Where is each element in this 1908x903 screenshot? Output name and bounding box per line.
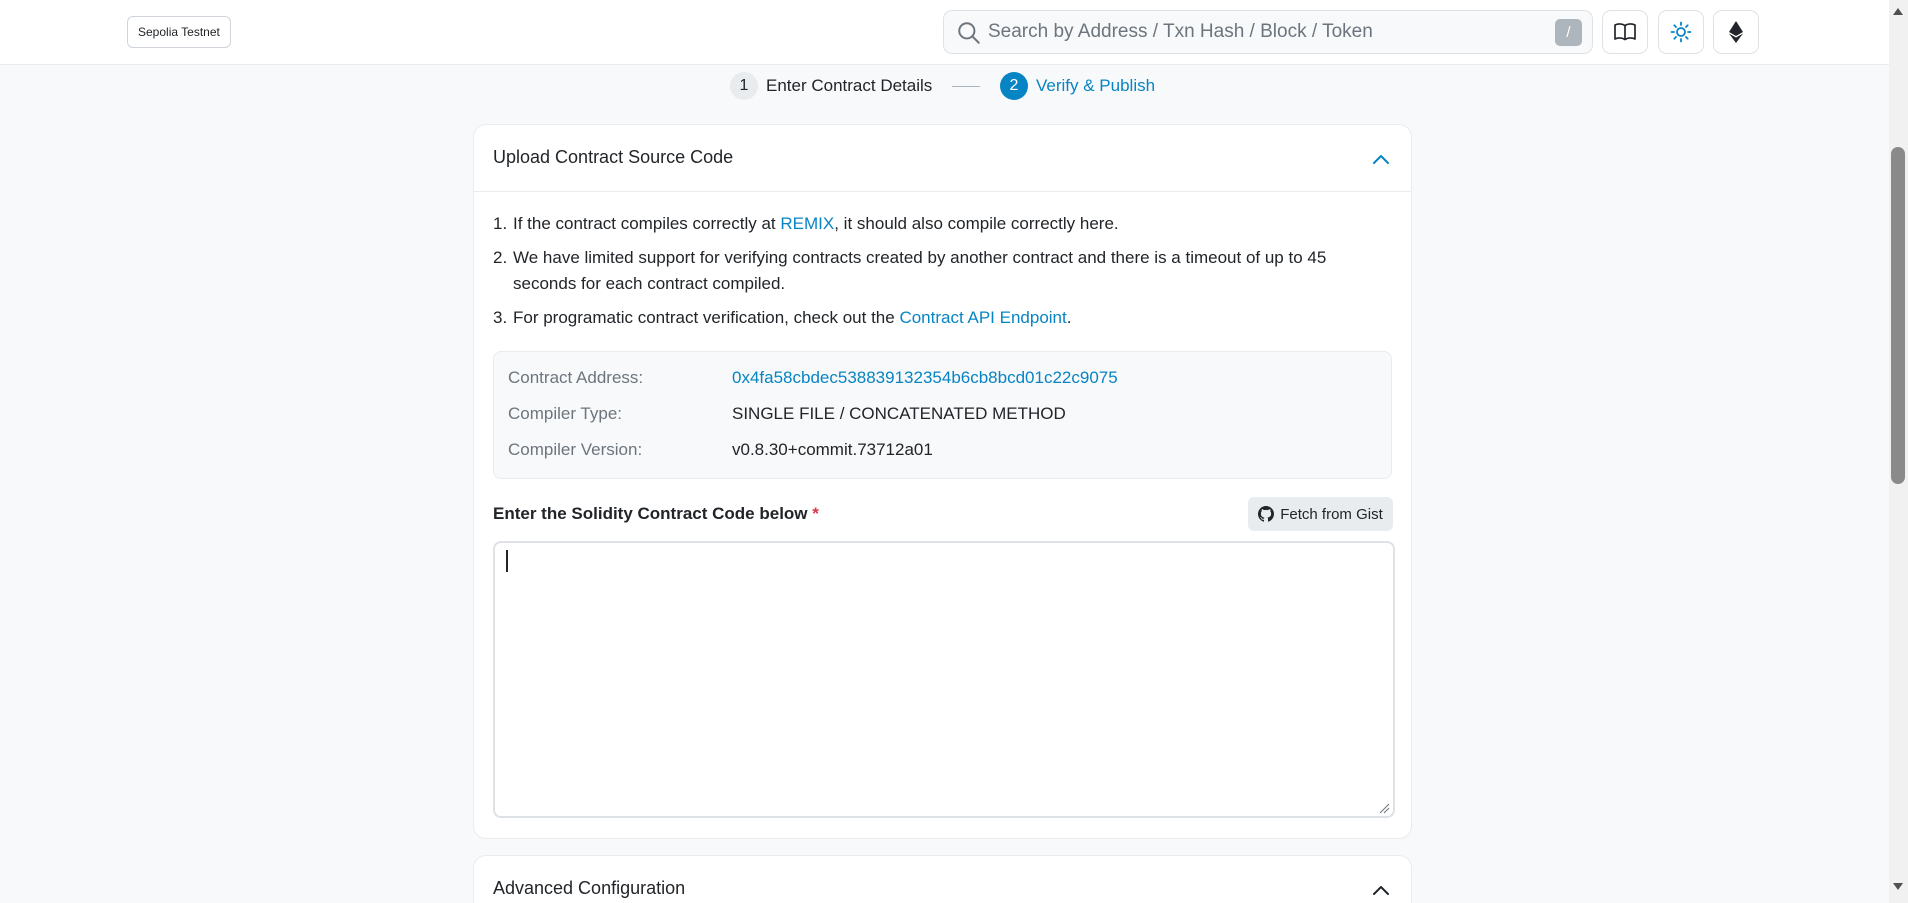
theme-toggle-button[interactable] xyxy=(1658,10,1704,54)
ethereum-icon xyxy=(1729,21,1743,43)
book-icon xyxy=(1614,23,1636,41)
search-input[interactable] xyxy=(988,11,1528,53)
remix-link[interactable]: REMIX xyxy=(780,214,834,233)
top-navbar: Sepolia Testnet / xyxy=(0,0,1889,65)
search-shortcut-key: / xyxy=(1555,19,1582,46)
step-enter-details: 1 Enter Contract Details xyxy=(730,72,932,100)
step-label: Enter Contract Details xyxy=(766,76,933,95)
resize-grip-icon[interactable] xyxy=(1378,802,1390,814)
chevron-up-icon[interactable] xyxy=(1371,880,1391,900)
code-field-label: Enter the Solidity Contract Code below * xyxy=(493,504,819,523)
advanced-config-card: Advanced Configuration xyxy=(473,855,1412,903)
step-verify-publish: 2 Verify & Publish xyxy=(1000,72,1155,100)
book-button[interactable] xyxy=(1602,10,1648,54)
step-number: 1 xyxy=(730,72,758,100)
scroll-up-arrow-icon[interactable] xyxy=(1891,6,1905,18)
fetch-from-gist-button[interactable]: Fetch from Gist xyxy=(1248,497,1393,531)
sun-icon xyxy=(1670,21,1692,43)
instructions-list: 1. If the contract compiles correctly at… xyxy=(493,211,1393,339)
advanced-card-header[interactable]: Advanced Configuration xyxy=(474,856,1411,903)
solidity-code-input[interactable] xyxy=(493,541,1395,818)
network-eth-button[interactable] xyxy=(1713,10,1759,54)
step-connector xyxy=(952,86,980,87)
list-item: 2. We have limited support for verifying… xyxy=(493,248,1327,293)
search-icon xyxy=(958,22,980,44)
required-mark: * xyxy=(812,504,819,523)
scroll-down-arrow-icon[interactable] xyxy=(1891,880,1905,892)
upload-source-card: Upload Contract Source Code 1. If the co… xyxy=(473,124,1412,839)
card-title: Advanced Configuration xyxy=(493,878,686,898)
list-item: 3. For programatic contract verification… xyxy=(493,308,1072,327)
search-box[interactable]: / xyxy=(943,10,1593,54)
chevron-up-icon[interactable] xyxy=(1371,149,1391,169)
text-caret xyxy=(506,550,508,572)
github-icon xyxy=(1258,506,1275,522)
list-item: 1. If the contract compiles correctly at… xyxy=(493,214,1119,233)
contract-api-link[interactable]: Contract API Endpoint xyxy=(899,308,1066,327)
upload-card-header[interactable]: Upload Contract Source Code xyxy=(474,125,1411,192)
card-title: Upload Contract Source Code xyxy=(493,147,734,167)
scrollbar-thumb[interactable] xyxy=(1891,147,1905,484)
network-badge[interactable]: Sepolia Testnet xyxy=(127,16,231,48)
contract-address-link[interactable]: 0x4fa58cbdec538839132354b6cb8bcd01c22c90… xyxy=(732,368,1118,388)
step-number: 2 xyxy=(1000,72,1028,100)
step-label: Verify & Publish xyxy=(1036,76,1156,95)
contract-info-box: Contract Address: 0x4fa58cbdec5388391323… xyxy=(493,351,1392,479)
